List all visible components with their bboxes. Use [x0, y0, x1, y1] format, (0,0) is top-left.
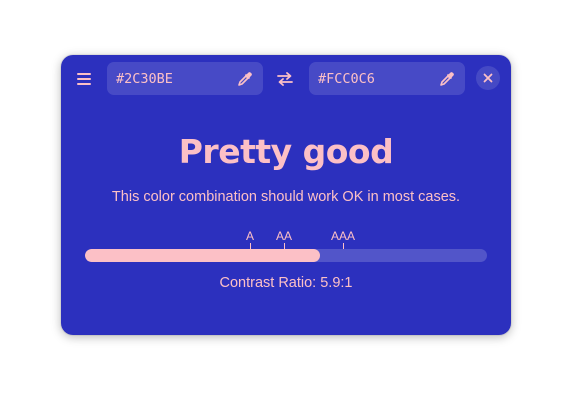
foreground-color-picker-button[interactable] — [437, 69, 457, 89]
background-color-input[interactable] — [116, 62, 228, 95]
close-button[interactable] — [476, 66, 500, 90]
close-icon — [483, 73, 493, 83]
level-label-aaa: AAA — [330, 229, 356, 243]
level-label-aa: AA — [275, 229, 293, 243]
contrast-level-fill — [85, 249, 321, 262]
eyedropper-icon — [439, 71, 455, 87]
background-color-entry — [107, 62, 263, 95]
eyedropper-icon — [237, 71, 253, 87]
swap-colors-button[interactable] — [271, 65, 299, 93]
main-menu-button[interactable] — [70, 65, 98, 93]
level-label-a: A — [245, 229, 255, 243]
background-color-picker-button[interactable] — [235, 69, 255, 89]
foreground-color-input[interactable] — [318, 62, 430, 95]
app-window: Pretty good This color combination shoul… — [61, 55, 511, 335]
contrast-ratio-text: Contrast Ratio: 5.9:1 — [219, 275, 353, 291]
swap-arrows-icon — [276, 71, 294, 87]
contrast-description: This color combination should work OK in… — [111, 189, 461, 205]
hamburger-menu-icon — [76, 72, 92, 86]
contrast-level-bar — [85, 249, 487, 262]
contrast-headline: Pretty good — [178, 132, 394, 171]
foreground-color-entry — [309, 62, 465, 95]
